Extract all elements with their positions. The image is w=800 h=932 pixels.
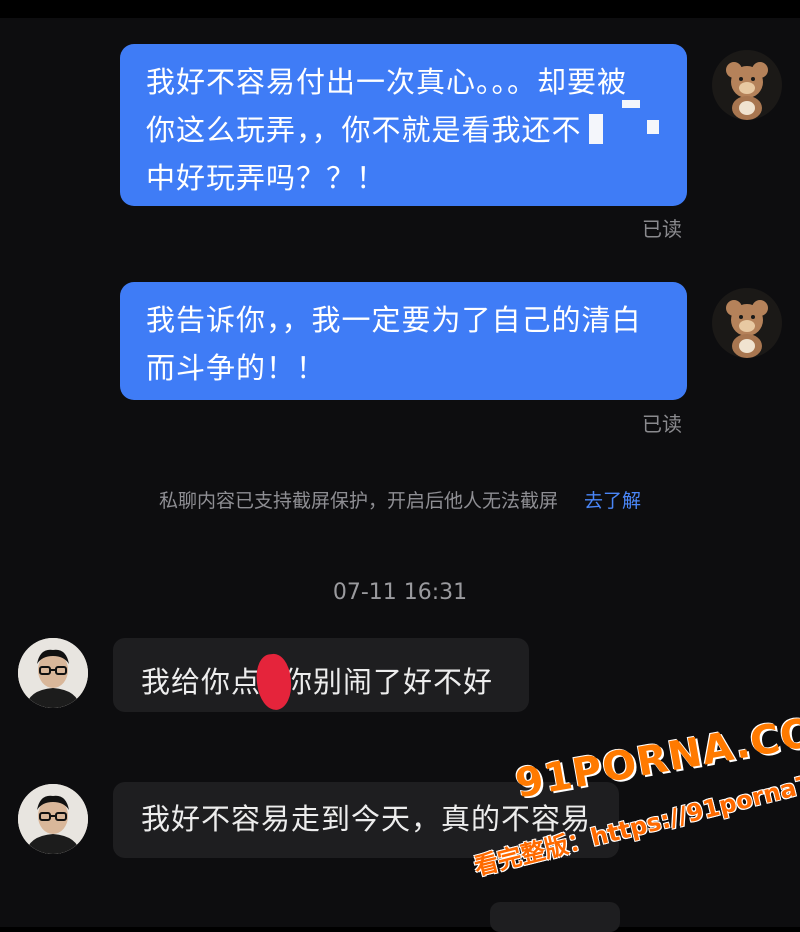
message-line: 我告诉你，，我一定要为了自己的清白 [146, 303, 642, 337]
status-bar [0, 0, 800, 18]
censor-mark [589, 114, 603, 144]
contact-avatar[interactable] [18, 638, 88, 708]
censor-mark [647, 120, 659, 134]
notice-text: 私聊内容已支持截屏保护，开启后他人无法截屏 [158, 490, 558, 512]
sent-message-bubble[interactable]: 我告诉你，，我一定要为了自己的清白 而斗争的！！ [120, 282, 687, 400]
man-with-glasses-icon [18, 638, 88, 708]
message-timestamp: 07-11 16:31 [332, 580, 468, 605]
man-with-glasses-icon [18, 784, 88, 854]
message-line: 中好玩弄吗？？！ [146, 161, 387, 195]
censor-mark [254, 652, 294, 712]
message-text: 我给你点 [141, 665, 262, 699]
message-line: 你这么玩弄，，你不就是看我还不 [146, 113, 582, 147]
censor-mark [622, 100, 640, 108]
screenshot-protection-notice: 私聊内容已支持截屏保护，开启后他人无法截屏 去了解 [0, 486, 800, 513]
read-status: 已读 [642, 412, 682, 436]
bear-avatar[interactable] [712, 50, 782, 120]
teddy-bear-icon [726, 62, 768, 120]
message-line: 而斗争的！！ [146, 351, 327, 385]
received-message-bubble[interactable]: 我给你点 你别闹了好不好 [113, 638, 529, 712]
message-text: 我好不容易走到今天，真的不容易 [141, 802, 592, 836]
teddy-bear-icon [726, 300, 768, 358]
chat-screen: 我好不容易付出一次真心。。。却要被 你这么玩弄，，你不就是看我还不 中好玩弄吗？… [0, 0, 800, 932]
bear-avatar[interactable] [712, 288, 782, 358]
read-status: 已读 [642, 217, 682, 241]
partial-message-bubble [490, 902, 620, 932]
message-text: 你别闹了好不好 [283, 665, 494, 699]
message-line: 我好不容易付出一次真心。。。却要被 [146, 65, 628, 99]
contact-avatar[interactable] [18, 784, 88, 854]
learn-more-link[interactable]: 去了解 [584, 490, 641, 512]
